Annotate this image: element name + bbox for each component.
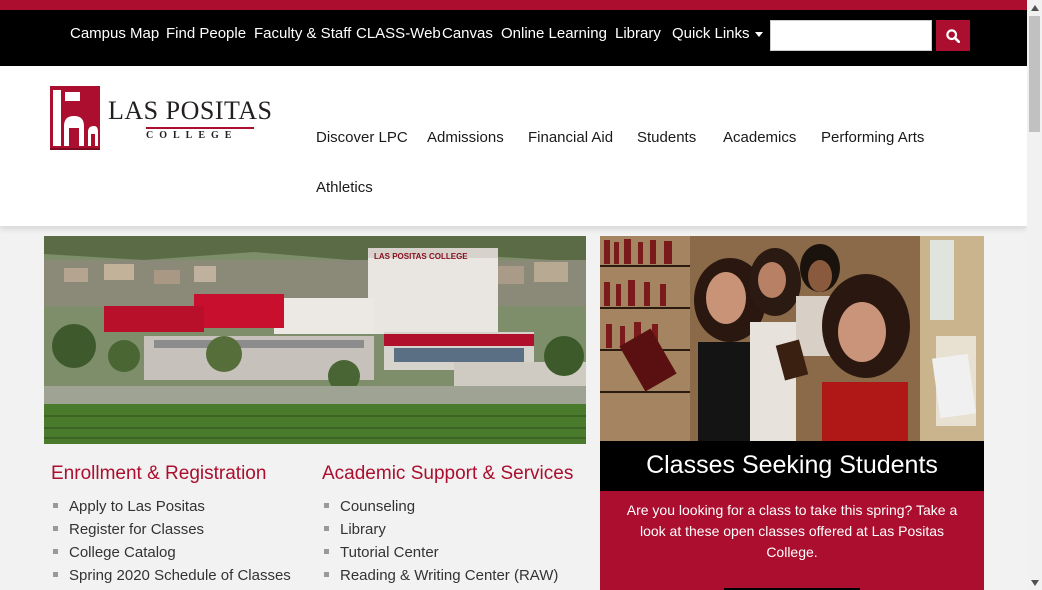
utility-link-canvas[interactable]: Canvas: [442, 25, 493, 42]
bullet-icon: [324, 548, 329, 554]
scroll-up-icon[interactable]: [1027, 0, 1042, 15]
nav-discover-lpc[interactable]: Discover LPC: [316, 129, 408, 146]
students-photo: [600, 236, 984, 441]
quick-links-label: Quick Links: [672, 25, 750, 42]
link-label: Apply to Las Positas: [69, 498, 205, 515]
nav-athletics[interactable]: Athletics: [316, 179, 373, 196]
logo-wordmark: LAS POSITAS: [108, 96, 273, 125]
link-label: Counseling: [340, 498, 416, 515]
campus-illustration: LAS POSITAS COLLEGE: [44, 236, 586, 444]
link-label: College Catalog: [69, 544, 176, 561]
academic-support-heading: Academic Support & Services: [322, 463, 574, 484]
promo-body: Are you looking for a class to take this…: [600, 491, 984, 590]
promo-description: Are you looking for a class to take this…: [626, 502, 958, 560]
nav-students[interactable]: Students: [637, 129, 696, 146]
page-scrollbar[interactable]: [1027, 0, 1042, 590]
bullet-icon: [324, 502, 329, 508]
enrollment-registration-heading: Enrollment & Registration: [51, 463, 267, 484]
link-library[interactable]: Library: [324, 521, 558, 544]
site-header: LAS POSITAS COLLEGE Discover LPC Admissi…: [0, 66, 1027, 226]
building-sign: LAS POSITAS COLLEGE: [374, 252, 468, 261]
link-schedule-classes[interactable]: Spring 2020 Schedule of Classes: [53, 567, 291, 590]
logo-mark-icon: [50, 86, 100, 150]
promo-title: Classes Seeking Students: [646, 451, 938, 479]
bullet-icon: [53, 502, 58, 508]
nav-academics[interactable]: Academics: [723, 129, 796, 146]
utility-link-online-learning[interactable]: Online Learning: [501, 25, 607, 42]
enrollment-links: Apply to Las Positas Register for Classe…: [53, 498, 291, 590]
logo-subtitle: COLLEGE: [146, 130, 238, 141]
bullet-icon: [324, 525, 329, 531]
link-reading-writing-center[interactable]: Reading & Writing Center (RAW): [324, 567, 558, 590]
link-label: Register for Classes: [69, 521, 205, 538]
caret-down-icon: [754, 31, 763, 37]
link-counseling[interactable]: Counseling: [324, 498, 558, 521]
classes-promo-card[interactable]: Classes Seeking Students Are you looking…: [600, 236, 984, 590]
search-icon: [946, 28, 960, 43]
search-button[interactable]: [936, 20, 970, 51]
quick-links-dropdown[interactable]: Quick Links: [672, 25, 763, 42]
utility-link-faculty-staff[interactable]: Faculty & Staff: [254, 25, 351, 42]
utility-link-library[interactable]: Library: [615, 25, 661, 42]
top-accent-strip: [0, 0, 1027, 10]
bullet-icon: [53, 571, 58, 577]
search-input[interactable]: [770, 20, 932, 51]
link-apply[interactable]: Apply to Las Positas: [53, 498, 291, 521]
link-tutorial-center[interactable]: Tutorial Center: [324, 544, 558, 567]
link-label: Spring 2020 Schedule of Classes: [69, 567, 291, 584]
academic-support-links: Counseling Library Tutorial Center Readi…: [324, 498, 558, 590]
link-college-catalog[interactable]: College Catalog: [53, 544, 291, 567]
college-logo[interactable]: LAS POSITAS COLLEGE: [50, 86, 280, 151]
link-label: Library: [340, 521, 386, 538]
link-label: Reading & Writing Center (RAW): [340, 567, 559, 584]
bullet-icon: [324, 571, 329, 577]
link-label: Tutorial Center: [340, 544, 439, 561]
bullet-icon: [53, 548, 58, 554]
utility-link-find-people[interactable]: Find People: [166, 25, 246, 42]
utility-link-campus-map[interactable]: Campus Map: [70, 25, 159, 42]
utility-bar: Campus Map Find People Faculty & Staff C…: [0, 10, 1027, 66]
scrollbar-thumb[interactable]: [1029, 16, 1040, 132]
nav-admissions[interactable]: Admissions: [427, 129, 504, 146]
logo-rule: [146, 127, 254, 129]
nav-financial-aid[interactable]: Financial Aid: [528, 129, 613, 146]
bullet-icon: [53, 525, 58, 531]
link-register-classes[interactable]: Register for Classes: [53, 521, 291, 544]
scroll-down-icon[interactable]: [1027, 575, 1042, 590]
campus-photo: LAS POSITAS COLLEGE: [44, 236, 586, 444]
nav-performing-arts[interactable]: Performing Arts: [821, 129, 924, 146]
utility-link-class-web[interactable]: CLASS-Web: [356, 25, 441, 42]
promo-title-bar: Classes Seeking Students: [600, 441, 984, 491]
